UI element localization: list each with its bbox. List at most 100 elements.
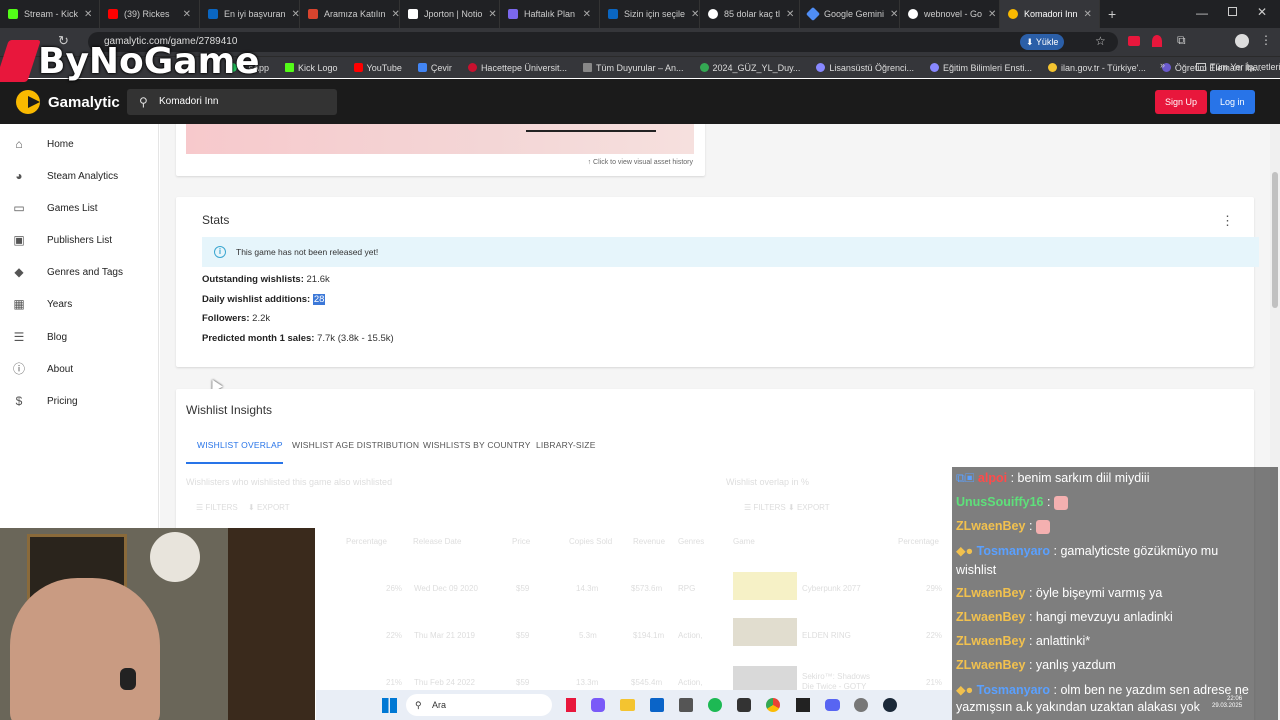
sidebar-item-home[interactable]: ⌂ Home [0, 132, 159, 156]
export-button[interactable]: ⬇ EXPORT [788, 503, 830, 512]
sidebar-item-years[interactable]: ▦ Years [0, 292, 159, 316]
tab-wishlist-overlap[interactable]: WISHLIST OVERLAP [197, 440, 283, 450]
minimize-icon[interactable]: — [1196, 6, 1208, 20]
tab-library-size[interactable]: LIBRARY-SIZE [536, 440, 596, 450]
game-thumbnail[interactable] [733, 618, 797, 646]
export-button[interactable]: ⬇ EXPORT [248, 503, 290, 512]
browser-tab[interactable]: Haftalık Plan ✕ [500, 0, 600, 28]
chrome-icon[interactable] [766, 698, 780, 712]
close-tab-icon[interactable]: ✕ [583, 9, 591, 20]
profile-avatar[interactable] [1235, 34, 1249, 48]
close-tab-icon[interactable]: ✕ [691, 9, 699, 20]
taskbar-search[interactable]: ⚲ Ara [406, 694, 552, 716]
game-thumbnail[interactable] [733, 572, 797, 600]
site-logo[interactable]: Gamalytic [16, 90, 120, 114]
new-tab-icon[interactable]: + [1100, 6, 1124, 22]
folder-icon[interactable] [620, 699, 635, 711]
outlook-icon[interactable] [650, 698, 664, 712]
browser-tab[interactable]: Jporton | Notio ✕ [400, 0, 500, 28]
bookmark[interactable]: Kick Logo [277, 63, 346, 73]
column-header[interactable]: Copies Sold [569, 537, 612, 546]
column-header[interactable]: Percentage [898, 537, 939, 546]
puzzle-icon[interactable]: ⧉ [1177, 33, 1186, 48]
close-tab-icon[interactable]: ✕ [890, 9, 898, 20]
signup-button[interactable]: Sign Up [1155, 90, 1208, 114]
cover-card: ↑ Click to view visual asset history [176, 124, 705, 176]
scrollbar-thumb[interactable] [1272, 172, 1278, 308]
extension-icon[interactable] [1128, 36, 1140, 46]
more-bookmarks-icon[interactable]: » [1160, 60, 1165, 70]
store-icon[interactable] [679, 698, 693, 712]
sidebar-item-steam-analytics[interactable]: ◕ Steam Analytics [0, 164, 159, 188]
maximize-icon[interactable] [1228, 7, 1237, 16]
app-icon[interactable] [591, 698, 605, 712]
column-header[interactable]: Percentage [346, 537, 387, 546]
star-icon[interactable]: ☆ [1095, 34, 1106, 48]
browser-tab-active[interactable]: Komadori Inn ✕ [1000, 0, 1100, 28]
sidebar-item-genres-tags[interactable]: ◆ Genres and Tags [0, 260, 159, 284]
chat-message: ◆● Tosmanyaro : gamalyticste gözükmüyo m… [956, 544, 1219, 558]
discord-icon[interactable] [825, 699, 840, 711]
browser-tab[interactable]: 85 dolar kaç tl ✕ [700, 0, 800, 28]
translate-button[interactable]: ⬇ Yükle [1020, 34, 1065, 50]
app-icon[interactable] [796, 698, 810, 712]
linkedin-favicon-icon [208, 9, 218, 19]
app-icon[interactable] [737, 698, 751, 712]
sidebar-item-blog[interactable]: ☰ Blog [0, 325, 159, 349]
table-cell[interactable]: Sekiro™: Shadows Die Twice - GOTY [802, 672, 882, 692]
start-button[interactable] [382, 698, 397, 713]
browser-tab[interactable]: Google Gemini ✕ [800, 0, 900, 28]
bookmark[interactable]: 2024_GÜZ_YL_Duy... [692, 63, 809, 73]
app-icon[interactable] [566, 698, 576, 712]
bookmark[interactable]: ilan.gov.tr - Türkiye'... [1040, 63, 1154, 73]
close-tab-icon[interactable]: ✕ [488, 9, 496, 20]
close-window-icon[interactable]: ✕ [1257, 5, 1267, 19]
filters-button[interactable]: ☰ FILTERS [196, 503, 238, 512]
column-header[interactable]: Genres [678, 537, 704, 546]
browser-tab[interactable]: En iyi başvuran ✕ [200, 0, 300, 28]
browser-tab[interactable]: webnovel - Go ✕ [900, 0, 1000, 28]
column-header[interactable]: Price [512, 537, 530, 546]
close-tab-icon[interactable]: ✕ [1084, 9, 1092, 20]
more-options-icon[interactable]: ⋮ [1221, 213, 1234, 229]
steam-icon[interactable] [883, 698, 897, 712]
close-tab-icon[interactable]: ✕ [988, 9, 996, 20]
tab-wishlists-by-country[interactable]: WISHLISTS BY COUNTRY [423, 440, 531, 450]
visual-history-link[interactable]: ↑ Click to view visual asset history [588, 159, 693, 166]
filters-button[interactable]: ☰ FILTERS [744, 503, 786, 512]
close-tab-icon[interactable]: ✕ [392, 9, 399, 20]
bookmark[interactable]: Lisansüstü Öğrenci... [808, 63, 922, 73]
close-tab-icon[interactable]: ✕ [292, 9, 299, 20]
menu-icon[interactable]: ⋮ [1260, 33, 1272, 47]
login-button[interactable]: Log in [1210, 90, 1255, 114]
bookmark[interactable]: Çevir [410, 63, 460, 73]
bookmark[interactable]: Eğitim Bilimleri Ensti... [922, 63, 1040, 73]
all-bookmarks-folder[interactable]: Tüm Yer İşaretleri [1188, 62, 1280, 72]
close-tab-icon[interactable]: ✕ [84, 9, 92, 20]
search-input[interactable]: ⚲ Komadori Inn [127, 89, 337, 115]
sidebar-item-games-list[interactable]: ▭ Games List [0, 196, 159, 220]
column-header[interactable]: Release Date [413, 537, 461, 546]
extension-icon[interactable] [1152, 35, 1162, 47]
spotify-icon[interactable] [708, 698, 722, 712]
browser-tab[interactable]: Stream - Kick ✕ [0, 0, 100, 28]
close-tab-icon[interactable]: ✕ [786, 9, 794, 20]
table-cell[interactable]: ELDEN RING [802, 631, 851, 640]
cover-image[interactable] [186, 124, 694, 154]
sidebar-item-about[interactable]: ⓘ About [0, 357, 159, 381]
bookmark[interactable]: Hacettepe Üniversit... [460, 63, 575, 73]
sidebar-item-publishers-list[interactable]: ▣ Publishers List [0, 228, 159, 252]
sidebar-item-pricing[interactable]: $ Pricing [0, 389, 159, 413]
bookmark[interactable]: YouTube [346, 63, 410, 73]
bookmark[interactable]: Tüm Duyurular – An... [575, 63, 692, 73]
browser-tab[interactable]: Sizin için seçile ✕ [600, 0, 700, 28]
close-tab-icon[interactable]: ✕ [183, 9, 191, 20]
browser-tab[interactable]: (39) Rickes ✕ [100, 0, 200, 28]
browser-tab[interactable]: Aramıza Katılın ✕ [300, 0, 400, 28]
tab-wishlist-age-distribution[interactable]: WISHLIST AGE DISTRIBUTION [292, 440, 419, 450]
column-header[interactable]: Game [733, 537, 755, 546]
table-cell[interactable]: Cyberpunk 2077 [802, 584, 861, 593]
taskbar-clock[interactable]: 22:06 29.03.2025 [1212, 696, 1242, 710]
column-header[interactable]: Revenue [633, 537, 665, 546]
app-icon[interactable] [854, 698, 868, 712]
